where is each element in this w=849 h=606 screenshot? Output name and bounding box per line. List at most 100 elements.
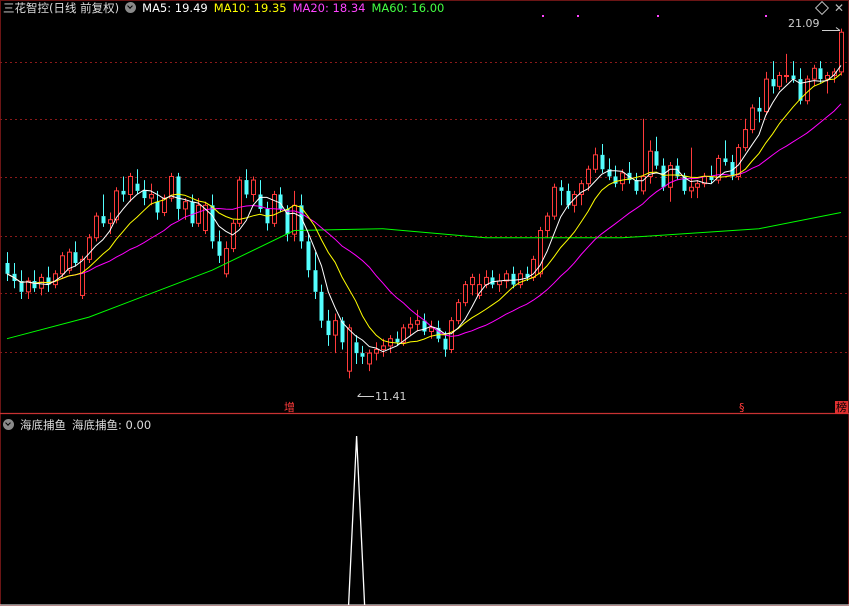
candle [764, 71, 769, 116]
candle-body [429, 327, 434, 332]
candle-body [477, 284, 482, 296]
candle [224, 241, 229, 278]
candle [251, 176, 256, 202]
candle [26, 277, 31, 300]
candle-body [176, 176, 181, 209]
candle [654, 136, 659, 170]
event-tag-bang[interactable]: 榜 [835, 401, 848, 414]
candle [360, 345, 365, 364]
candles [5, 28, 844, 379]
candle [634, 172, 639, 195]
candle [73, 241, 78, 267]
ma10-label: MA10: 19.35 [213, 1, 287, 15]
candle [354, 335, 359, 364]
candle-body [374, 349, 379, 354]
event-tag-s[interactable]: § [739, 402, 745, 414]
candle-body [812, 67, 817, 80]
candle-body [73, 252, 78, 263]
candle-body [231, 222, 236, 250]
chevron-down-icon[interactable] [125, 2, 137, 13]
candle [750, 104, 755, 134]
candle [545, 212, 550, 238]
candle [347, 324, 352, 379]
candle-body [60, 255, 65, 275]
candle-body [326, 320, 331, 336]
candle-body [695, 183, 700, 188]
candle [292, 190, 297, 242]
candle-body [777, 75, 782, 87]
high-price-label: 21.09 [788, 17, 820, 30]
kline-chart[interactable] [0, 0, 849, 606]
candle [456, 299, 461, 325]
candle [511, 266, 516, 289]
candle [19, 270, 24, 300]
candle [777, 71, 782, 90]
candle [771, 61, 776, 94]
candle-body [443, 338, 448, 350]
candle-body [771, 79, 776, 87]
candle [326, 309, 331, 346]
candle-body [217, 241, 222, 256]
candle [757, 97, 762, 123]
candle [80, 255, 85, 300]
marker-dot [577, 15, 579, 17]
candle-body [620, 172, 625, 185]
candle-body [552, 186, 557, 217]
candle [231, 219, 236, 253]
chevron-down-icon[interactable] [3, 419, 14, 430]
candle [572, 190, 577, 213]
candle [463, 281, 468, 307]
candle [470, 273, 475, 296]
candle [504, 270, 509, 289]
candle-body [600, 154, 605, 170]
indicator-name[interactable]: 海底捕鱼 [20, 418, 66, 432]
candle [716, 154, 721, 184]
signal-spike [347, 435, 366, 606]
candle-body [757, 107, 762, 112]
candle [538, 226, 543, 278]
candle-body [415, 320, 420, 325]
candle-body [545, 215, 550, 232]
candle [108, 212, 113, 235]
frame [0, 0, 849, 606]
candle [176, 172, 181, 220]
candle [702, 172, 707, 188]
candle-body [251, 179, 256, 195]
candle [689, 147, 694, 199]
candle-body [306, 241, 311, 271]
event-tag-zeng[interactable]: 增 [284, 402, 295, 414]
candle-body [743, 129, 748, 149]
candle-body [121, 190, 126, 195]
stock-title[interactable]: 三花智控(日线 前复权) [3, 1, 119, 15]
low-price-label: 11.41 [375, 390, 407, 403]
candle [121, 176, 126, 202]
candle [203, 201, 208, 235]
candle-body [463, 284, 468, 304]
candle [39, 273, 44, 296]
close-icon[interactable]: ✕ [834, 1, 844, 15]
indicator-value: 海底捕鱼: 0.00 [72, 418, 152, 432]
candle-body [661, 165, 666, 188]
candle [319, 284, 324, 328]
candle [607, 158, 612, 181]
candle [258, 180, 263, 213]
candle-body [142, 190, 147, 199]
candle-body [292, 204, 297, 235]
candle [67, 248, 72, 274]
candle [135, 169, 140, 195]
candle-body [94, 215, 99, 239]
candle [422, 313, 427, 336]
candle-body [367, 352, 372, 365]
candle [839, 28, 844, 76]
candle-body [593, 154, 598, 170]
candle [32, 270, 37, 292]
candle [709, 165, 714, 184]
candle [552, 183, 557, 220]
candle [149, 183, 154, 206]
candle-body [108, 219, 113, 224]
candle-body [764, 78, 769, 113]
candle [94, 212, 99, 242]
candle-body [210, 205, 215, 242]
marker-dot [542, 15, 544, 17]
candle-body [319, 291, 324, 321]
